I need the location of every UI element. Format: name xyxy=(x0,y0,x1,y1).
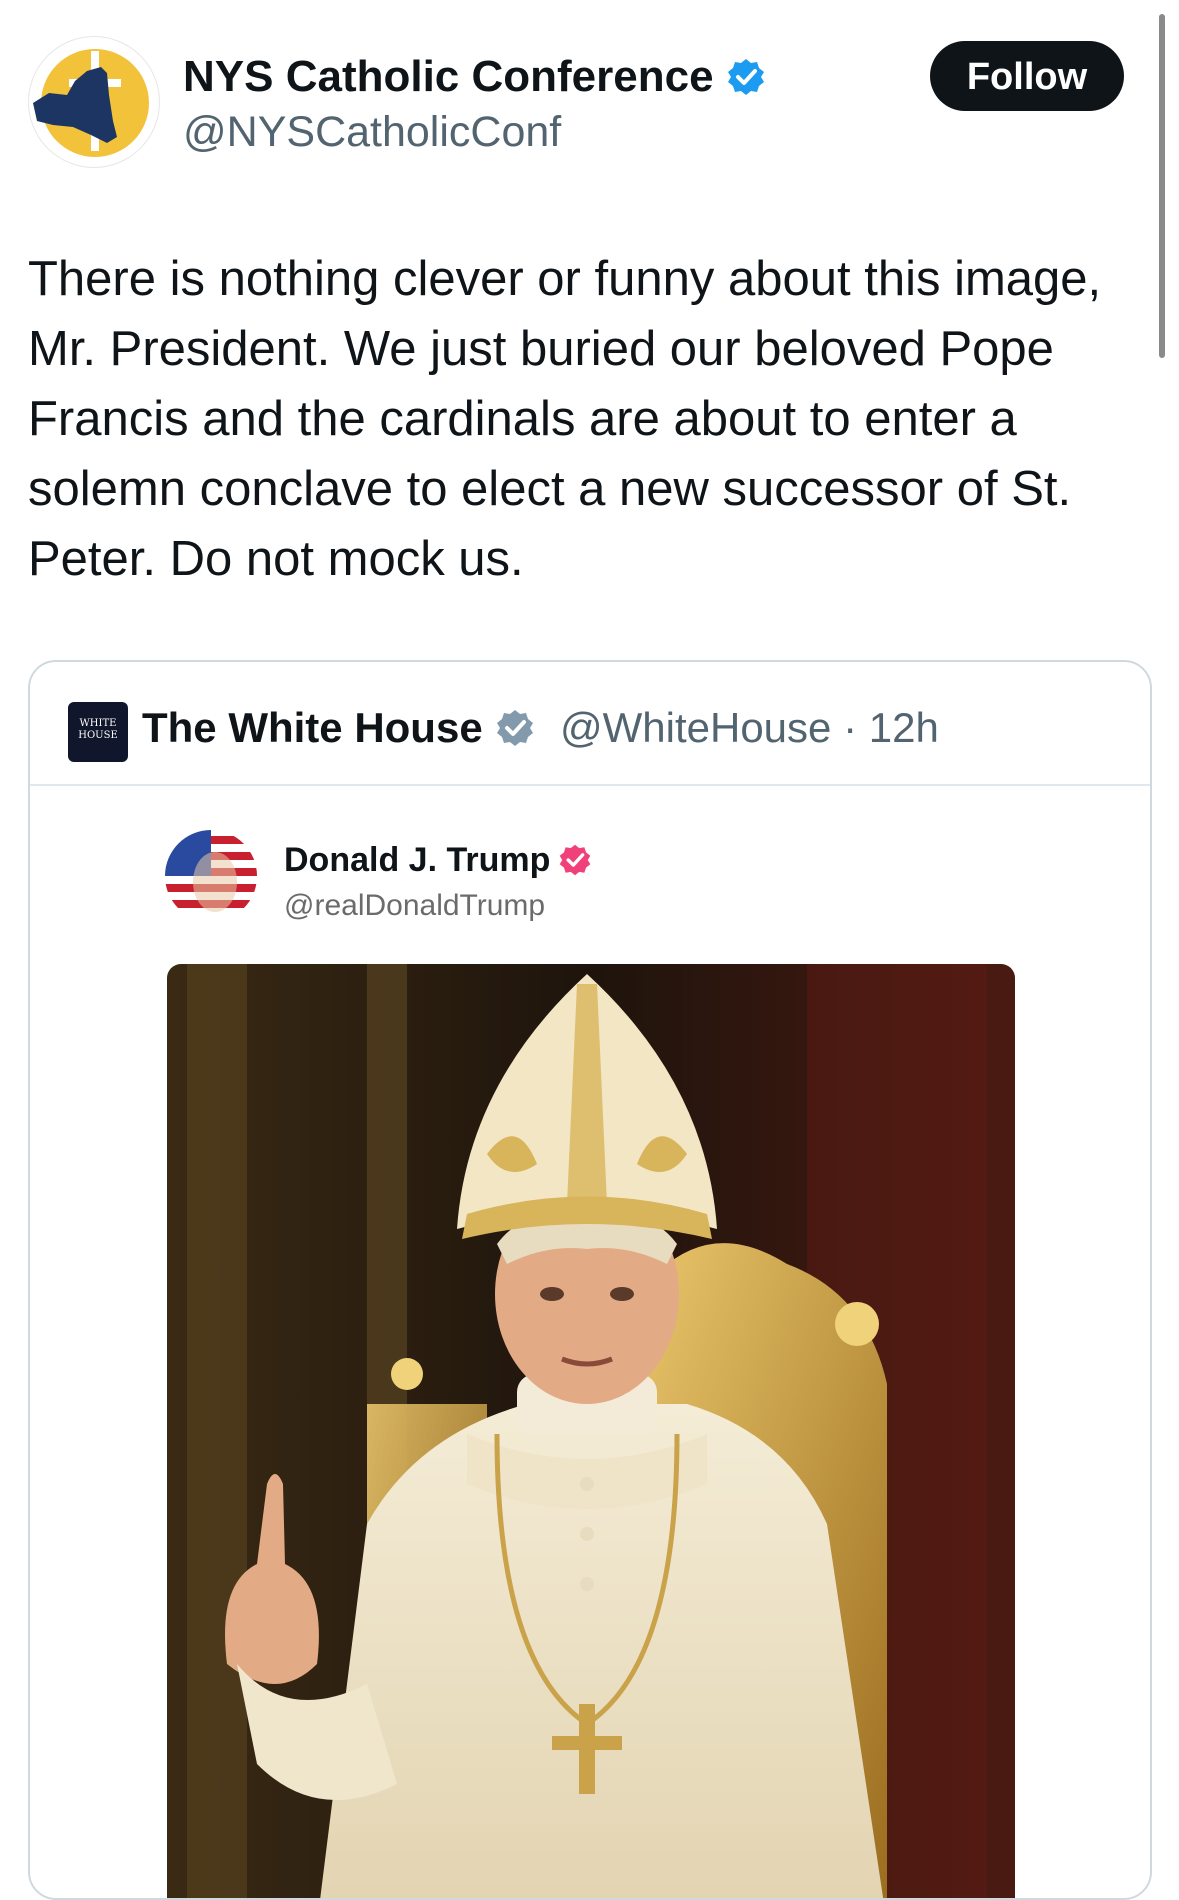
svg-text:HOUSE: HOUSE xyxy=(78,730,118,741)
quoted-handle-time: @WhiteHouse · 12h xyxy=(560,702,939,754)
quoted-time[interactable]: 12h xyxy=(869,704,939,751)
flag-portrait-icon xyxy=(165,830,257,922)
verified-badge-icon xyxy=(727,59,764,95)
author-name[interactable]: NYS Catholic Conference xyxy=(183,50,766,104)
author-avatar[interactable] xyxy=(28,36,160,168)
author-name-text: NYS Catholic Conference xyxy=(183,52,714,101)
embedded-avatar xyxy=(165,830,257,922)
new-york-state-cross-icon xyxy=(33,49,149,157)
pope-portrait-illustration xyxy=(167,964,1015,1898)
quoted-author-handle[interactable]: @WhiteHouse xyxy=(560,704,831,751)
svg-text:WHITE: WHITE xyxy=(80,718,117,729)
embedded-author-handle: @realDonaldTrump xyxy=(284,889,546,922)
follow-button[interactable]: Follow xyxy=(930,41,1124,111)
embedded-author-name: Donald J. Trump xyxy=(284,840,592,880)
white-house-logo-mark: WHITE HOUSE xyxy=(78,718,118,741)
quoted-author-name[interactable]: The White House xyxy=(142,702,535,754)
white-house-logo[interactable]: WHITE HOUSE xyxy=(68,702,128,762)
pope-portrait-image[interactable] xyxy=(167,964,1015,1898)
gray-verified-badge-icon xyxy=(496,710,533,746)
pink-verified-badge-icon xyxy=(560,844,591,876)
separator-dot: · xyxy=(843,704,858,751)
tweet-text: There is nothing clever or funny about t… xyxy=(28,252,1102,586)
scrollbar[interactable] xyxy=(1159,14,1165,358)
quoted-author-name-text: The White House xyxy=(142,704,483,751)
embedded-author-name-text: Donald J. Trump xyxy=(284,841,551,879)
quoted-tweet-header: WHITE HOUSE The White House @WhiteHouse … xyxy=(30,662,1150,786)
author-handle[interactable]: @NYSCatholicConf xyxy=(183,106,561,158)
quoted-tweet-card[interactable]: WHITE HOUSE The White House @WhiteHouse … xyxy=(28,660,1152,1900)
